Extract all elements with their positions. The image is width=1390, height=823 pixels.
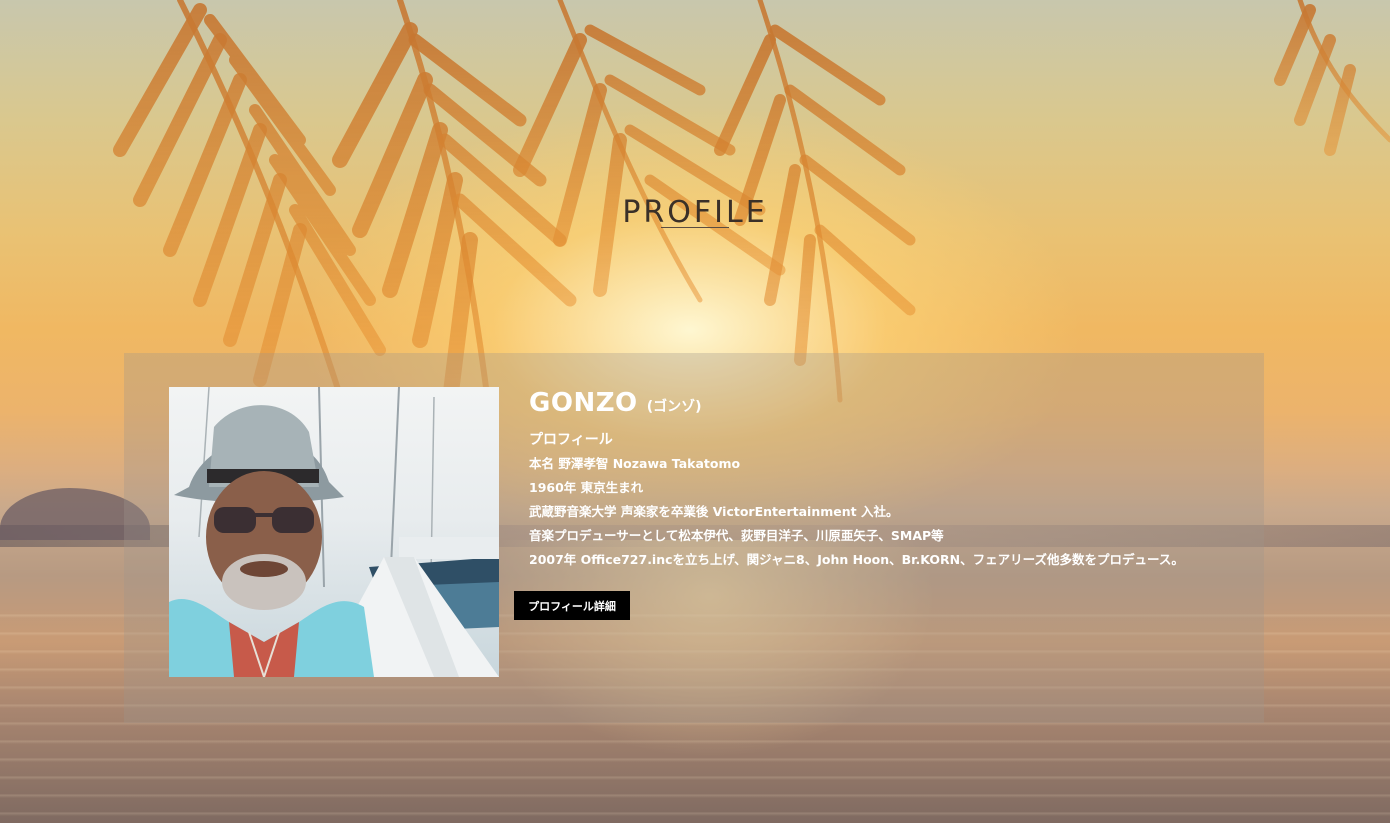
profile-detail-button[interactable]: プロフィール詳細 — [514, 591, 630, 620]
profile-line-company: 2007年 Office727.incを立ち上げ、関ジャニ8、John Hoon… — [529, 552, 1184, 567]
title-underline — [661, 227, 729, 228]
profile-heading: プロフィール — [529, 432, 613, 448]
profile-photo — [169, 387, 499, 677]
profile-name: GONZO — [529, 388, 638, 418]
profile-info: GONZO (ゴンゾ) プロフィール 本名 野澤孝智 Nozawa Takato… — [529, 388, 1249, 572]
profile-line-birth: 1960年 東京生まれ — [529, 480, 644, 495]
hero-background: PROFILE GONZO (ゴンゾ) プロフィール 本名 野澤孝智 Nozaw… — [0, 0, 1390, 823]
section-title: PROFILE — [622, 195, 768, 231]
portrait-illustration — [169, 387, 499, 677]
profile-line-producer: 音楽プロデューサーとして松本伊代、荻野目洋子、川原亜矢子、SMAP等 — [529, 528, 944, 543]
profile-line-education: 武蔵野音楽大学 声楽家を卒業後 VictorEntertainment 入社。 — [529, 504, 899, 519]
profile-line-real-name: 本名 野澤孝智 Nozawa Takatomo — [529, 456, 741, 471]
profile-name-row: GONZO (ゴンゾ) — [529, 388, 1249, 428]
profile-name-kana: (ゴンゾ) — [646, 399, 702, 415]
